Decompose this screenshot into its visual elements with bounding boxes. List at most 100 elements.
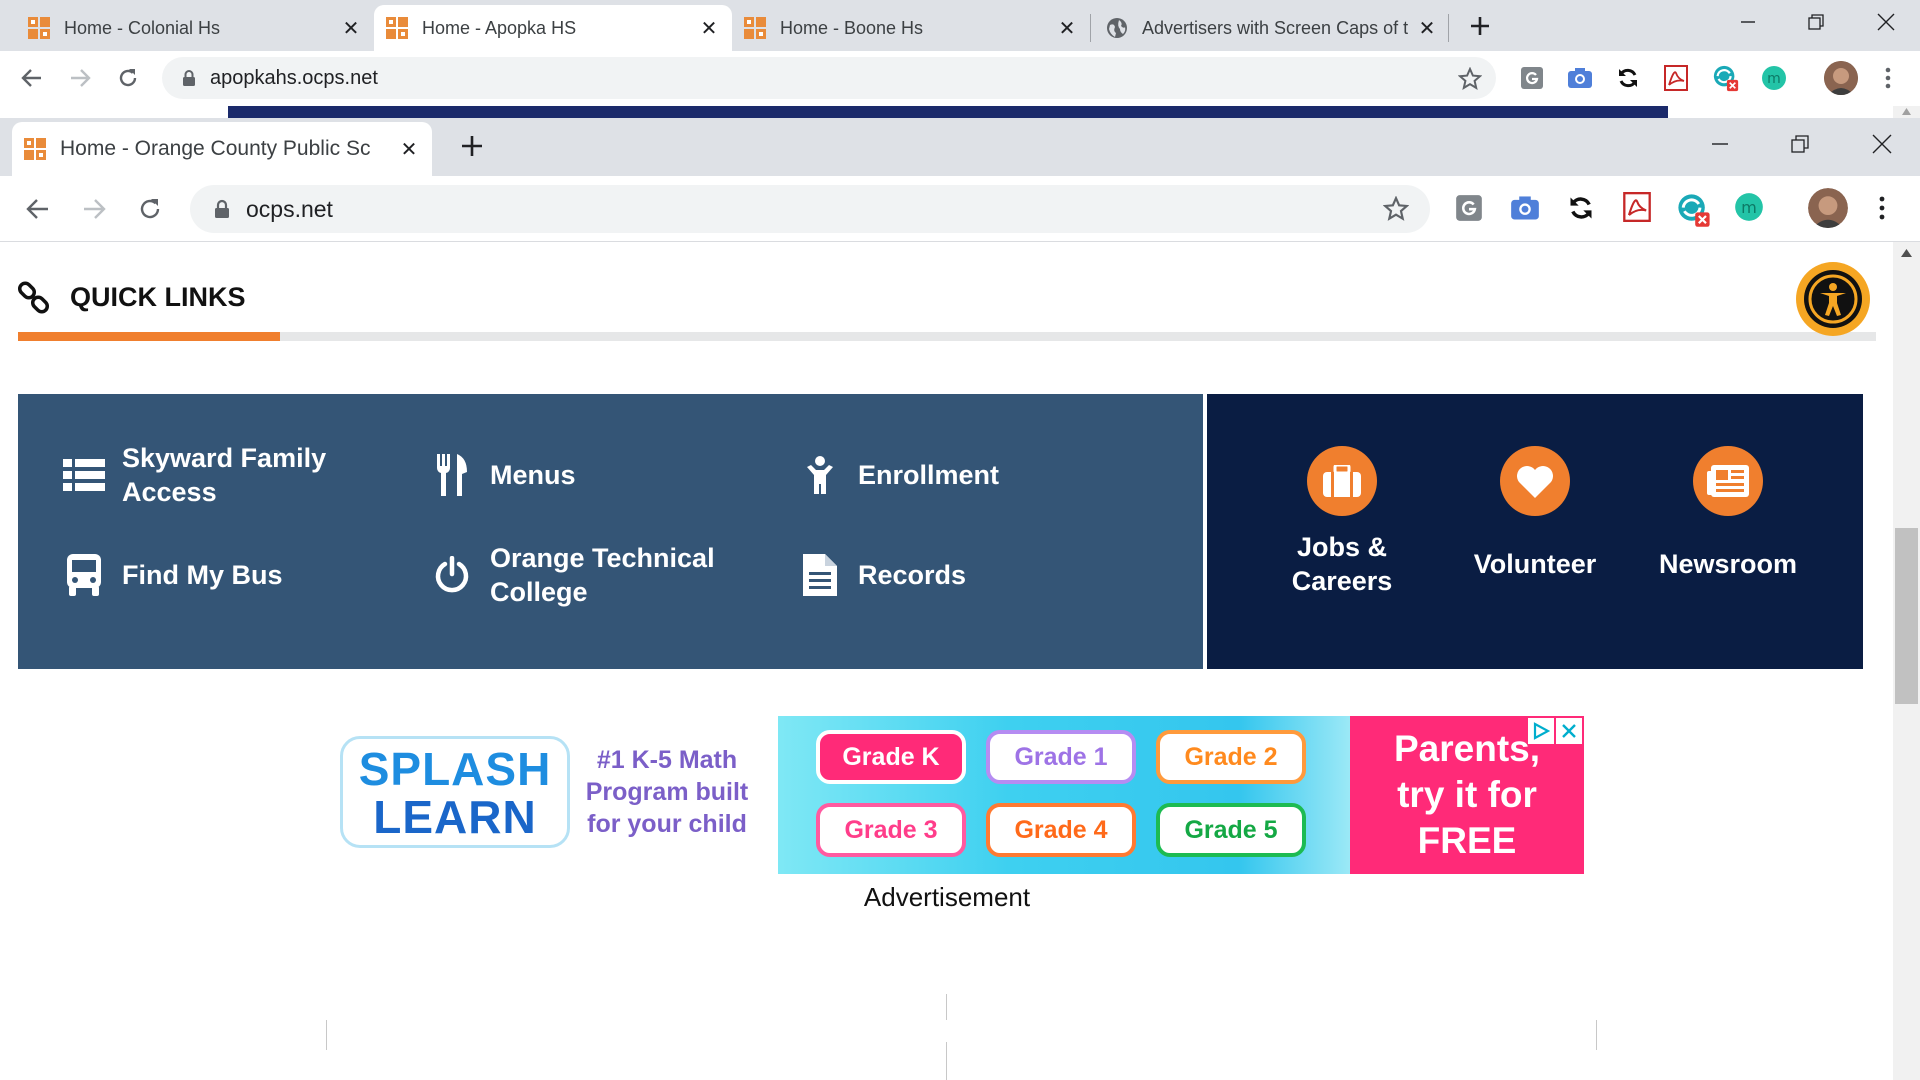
featured-link-newsroom[interactable]: Newsroom [1643, 446, 1813, 581]
label-line: Jobs & [1296, 532, 1387, 562]
screenshot-extension-button[interactable] [1510, 193, 1540, 223]
bookmark-star-button[interactable] [1452, 61, 1488, 97]
back-tab-boone[interactable]: Home - Boone Hs ✕ [732, 5, 1090, 51]
sync-icon [1570, 197, 1592, 219]
grade-4-button[interactable]: Grade 4 [986, 803, 1136, 857]
quick-link-find-my-bus[interactable]: Find My Bus [62, 540, 382, 610]
front-address-bar[interactable]: ocps.net [190, 185, 1430, 233]
front-tab-ocps[interactable]: Home - Orange County Public Sc ✕ [12, 122, 432, 176]
plus-icon [462, 136, 482, 156]
back-tab-apopka[interactable]: Home - Apopka HS ✕ [374, 5, 732, 51]
close-window-button[interactable] [1852, 128, 1912, 160]
grade-1-button[interactable]: Grade 1 [986, 730, 1136, 784]
splashlearn-ad-banner[interactable]: SPLASH LEARN #1 K-5 Math Program built f… [332, 716, 1584, 874]
new-tab-button[interactable] [1462, 8, 1498, 44]
menu-button[interactable] [1874, 64, 1902, 92]
child-icon [798, 453, 842, 497]
quick-link-records[interactable]: Records [798, 540, 1118, 610]
featured-link-volunteer[interactable]: Volunteer [1450, 446, 1620, 581]
kebab-menu-icon [1885, 67, 1891, 89]
restore-button[interactable] [1786, 6, 1846, 38]
google-extension-button[interactable] [1518, 64, 1546, 92]
minimize-button[interactable] [1718, 6, 1778, 38]
back-button[interactable] [14, 60, 50, 96]
logo-line: LEARN [373, 791, 537, 843]
ad-tagline: #1 K-5 Math Program built for your child [582, 744, 752, 840]
label-line: Orange Technical [490, 543, 715, 573]
forward-button[interactable] [62, 60, 98, 96]
scroll-up-arrow-icon[interactable] [1900, 248, 1913, 258]
reload-button[interactable] [110, 60, 146, 96]
sync-extension-button[interactable] [1566, 193, 1596, 223]
new-tab-button[interactable] [454, 128, 490, 164]
power-icon [430, 553, 474, 597]
back-tab-advertisers[interactable]: Advertisers with Screen Caps of t ✕ [1094, 5, 1450, 51]
google-extension-button[interactable] [1454, 193, 1484, 223]
web-extension-button[interactable] [1676, 192, 1712, 228]
featured-link-label: Jobs & Careers [1292, 530, 1393, 598]
front-tab-label: Home - Orange County Public Sc [60, 137, 371, 160]
quick-link-enrollment[interactable]: Enrollment [798, 440, 1118, 510]
cta-line: try it for [1397, 774, 1537, 815]
screenshot-extension-button[interactable] [1566, 64, 1594, 92]
web-extension-button[interactable] [1712, 64, 1740, 92]
close-window-button[interactable] [1856, 6, 1916, 38]
pdf-extension-button[interactable] [1662, 64, 1690, 92]
close-icon[interactable]: ✕ [340, 16, 362, 41]
reload-icon [119, 69, 137, 87]
adchoices-icon [1533, 722, 1550, 740]
menu-button[interactable] [1868, 194, 1896, 222]
back-url-text: apopkahs.ocps.net [210, 66, 378, 89]
pdf-icon [1664, 65, 1688, 91]
featured-link-jobs-careers[interactable]: Jobs & Careers [1257, 446, 1427, 598]
close-icon[interactable]: ✕ [1056, 16, 1078, 41]
back-tab-label: Home - Colonial Hs [64, 17, 221, 38]
sync-extension-button[interactable] [1614, 64, 1642, 92]
minimize-button[interactable] [1690, 128, 1750, 160]
restore-icon [1791, 135, 1809, 153]
quick-link-orange-technical[interactable]: Orange Technical College [430, 540, 750, 610]
column-divider [1596, 1020, 1597, 1050]
back-tab-colonial[interactable]: Home - Colonial Hs ✕ [16, 5, 374, 51]
globe-icon [1107, 18, 1127, 38]
advertisement-caption: Advertisement [863, 882, 1031, 912]
grade-3-button[interactable]: Grade 3 [816, 803, 966, 857]
page-scrollbar[interactable] [1893, 242, 1920, 1080]
quick-link-menus[interactable]: Menus [430, 440, 750, 510]
m-extension-button[interactable]: m [1734, 192, 1764, 222]
restore-button[interactable] [1770, 128, 1830, 160]
column-divider [946, 994, 947, 1020]
back-button[interactable] [20, 191, 56, 227]
ocps-favicon-icon [744, 17, 766, 39]
bookmark-star-button[interactable] [1378, 191, 1414, 227]
profile-avatar[interactable] [1808, 188, 1848, 228]
grade-5-button[interactable]: Grade 5 [1156, 803, 1306, 857]
label-line: Skyward Family [122, 443, 327, 473]
close-icon[interactable]: ✕ [1416, 16, 1438, 41]
adchoices-button[interactable] [1528, 718, 1554, 744]
grade-2-button[interactable]: Grade 2 [1156, 730, 1306, 784]
arrow-left-icon [26, 199, 48, 219]
tagline-line: for your child [587, 810, 747, 838]
forward-button[interactable] [76, 191, 112, 227]
close-icon [1562, 724, 1576, 738]
back-address-bar[interactable]: apopkahs.ocps.net [162, 57, 1496, 99]
bus-icon [62, 553, 106, 597]
quick-link-skyward[interactable]: Skyward Family Access [62, 440, 382, 510]
scrollbar-thumb[interactable] [1895, 528, 1918, 704]
pdf-extension-button[interactable] [1622, 192, 1652, 222]
accessibility-button[interactable] [1796, 262, 1870, 336]
camera-icon [1568, 68, 1592, 88]
back-tab-label: Home - Boone Hs [780, 17, 924, 38]
m-extension-icon: m [1735, 193, 1763, 221]
splashlearn-logo: SPLASH LEARN [340, 736, 570, 848]
grade-k-button[interactable]: Grade K [816, 730, 966, 784]
m-extension-button[interactable]: m [1760, 64, 1788, 92]
ad-close-button[interactable] [1556, 718, 1582, 744]
link-icon [17, 281, 50, 314]
front-toolbar: ocps.net m [0, 176, 1920, 242]
reload-button[interactable] [132, 191, 168, 227]
close-icon[interactable]: ✕ [398, 137, 420, 162]
close-icon[interactable]: ✕ [698, 16, 720, 41]
profile-avatar[interactable] [1824, 61, 1858, 95]
